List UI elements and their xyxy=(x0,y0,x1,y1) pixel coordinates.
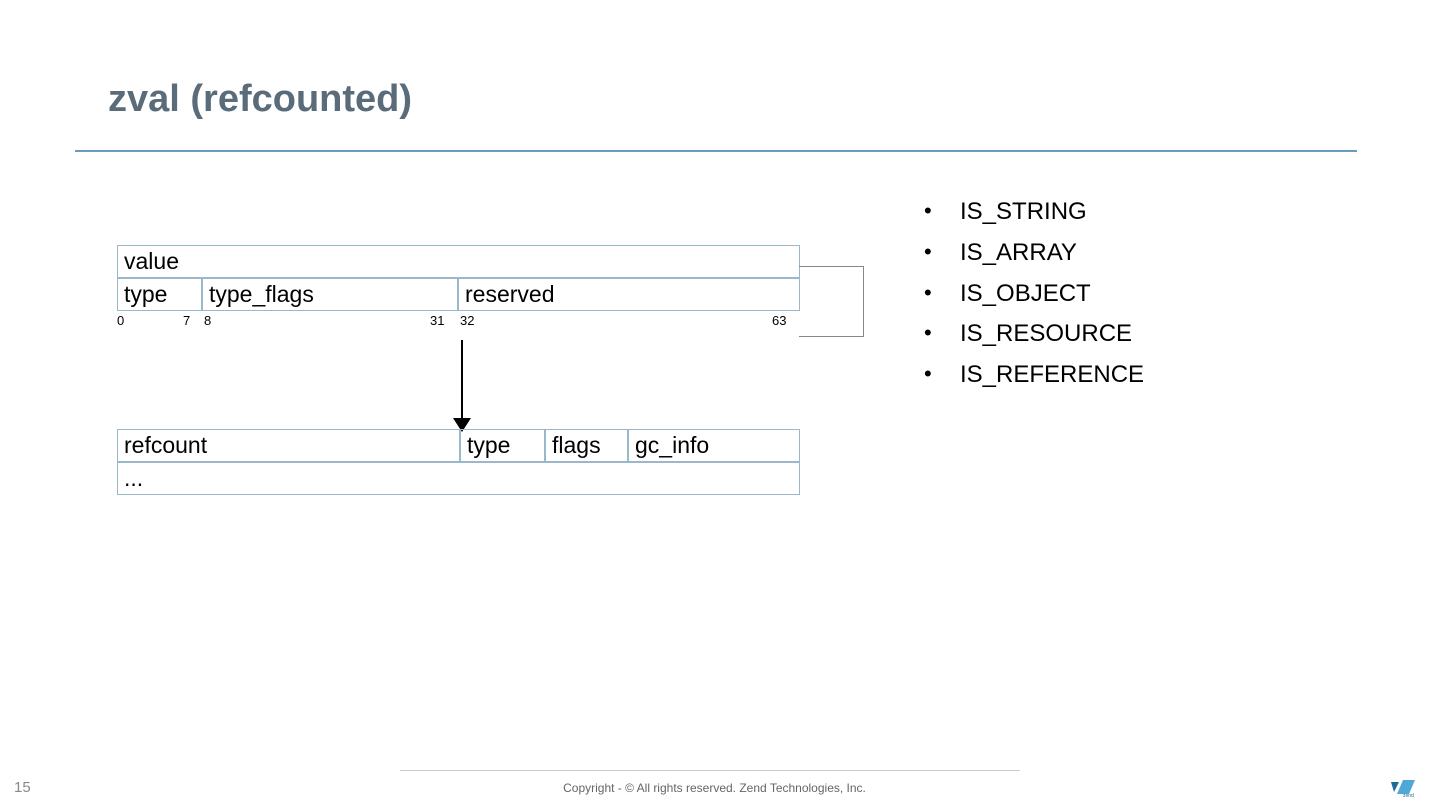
list-item: IS_OBJECT xyxy=(924,274,1144,315)
title-underline xyxy=(75,150,1357,152)
slide-title: zval (refcounted) xyxy=(108,78,412,121)
side-box xyxy=(799,266,864,337)
zend-logo-icon: zend xyxy=(1389,776,1419,798)
type-flags-cell: type_flags xyxy=(202,278,458,311)
value-row: value xyxy=(117,245,800,278)
zval-diagram: value type type_flags reserved 0 7 8 31 … xyxy=(117,245,867,331)
bit-label-0: 0 xyxy=(117,313,124,328)
bit-label-63: 63 xyxy=(772,313,786,328)
refcount-table: refcount type flags gc_info ... xyxy=(117,429,800,495)
rtype-cell: type xyxy=(460,429,545,462)
reserved-cell: reserved xyxy=(458,278,800,311)
bit-labels: 0 7 8 31 32 63 xyxy=(117,311,800,331)
list-item: IS_RESOURCE xyxy=(924,314,1144,355)
list-item: IS_REFERENCE xyxy=(924,355,1144,396)
bit-label-8: 8 xyxy=(204,313,211,328)
ellipsis-row: ... xyxy=(117,462,800,495)
arrow-down-icon xyxy=(456,340,468,432)
footer-divider xyxy=(400,770,1020,771)
types-list: IS_STRING IS_ARRAY IS_OBJECT IS_RESOURCE… xyxy=(924,192,1144,396)
svg-text:zend: zend xyxy=(1403,793,1414,798)
type-flags-row: type type_flags reserved xyxy=(117,278,800,311)
bit-label-32: 32 xyxy=(460,313,474,328)
type-cell: type xyxy=(117,278,202,311)
refcount-cell: refcount xyxy=(117,429,460,462)
list-item: IS_ARRAY xyxy=(924,233,1144,274)
list-item: IS_STRING xyxy=(924,192,1144,233)
bit-label-31: 31 xyxy=(430,313,444,328)
gc-info-cell: gc_info xyxy=(628,429,800,462)
flags-cell: flags xyxy=(545,429,628,462)
bit-label-7: 7 xyxy=(183,313,190,328)
copyright-text: Copyright - © All rights reserved. Zend … xyxy=(0,781,1429,795)
